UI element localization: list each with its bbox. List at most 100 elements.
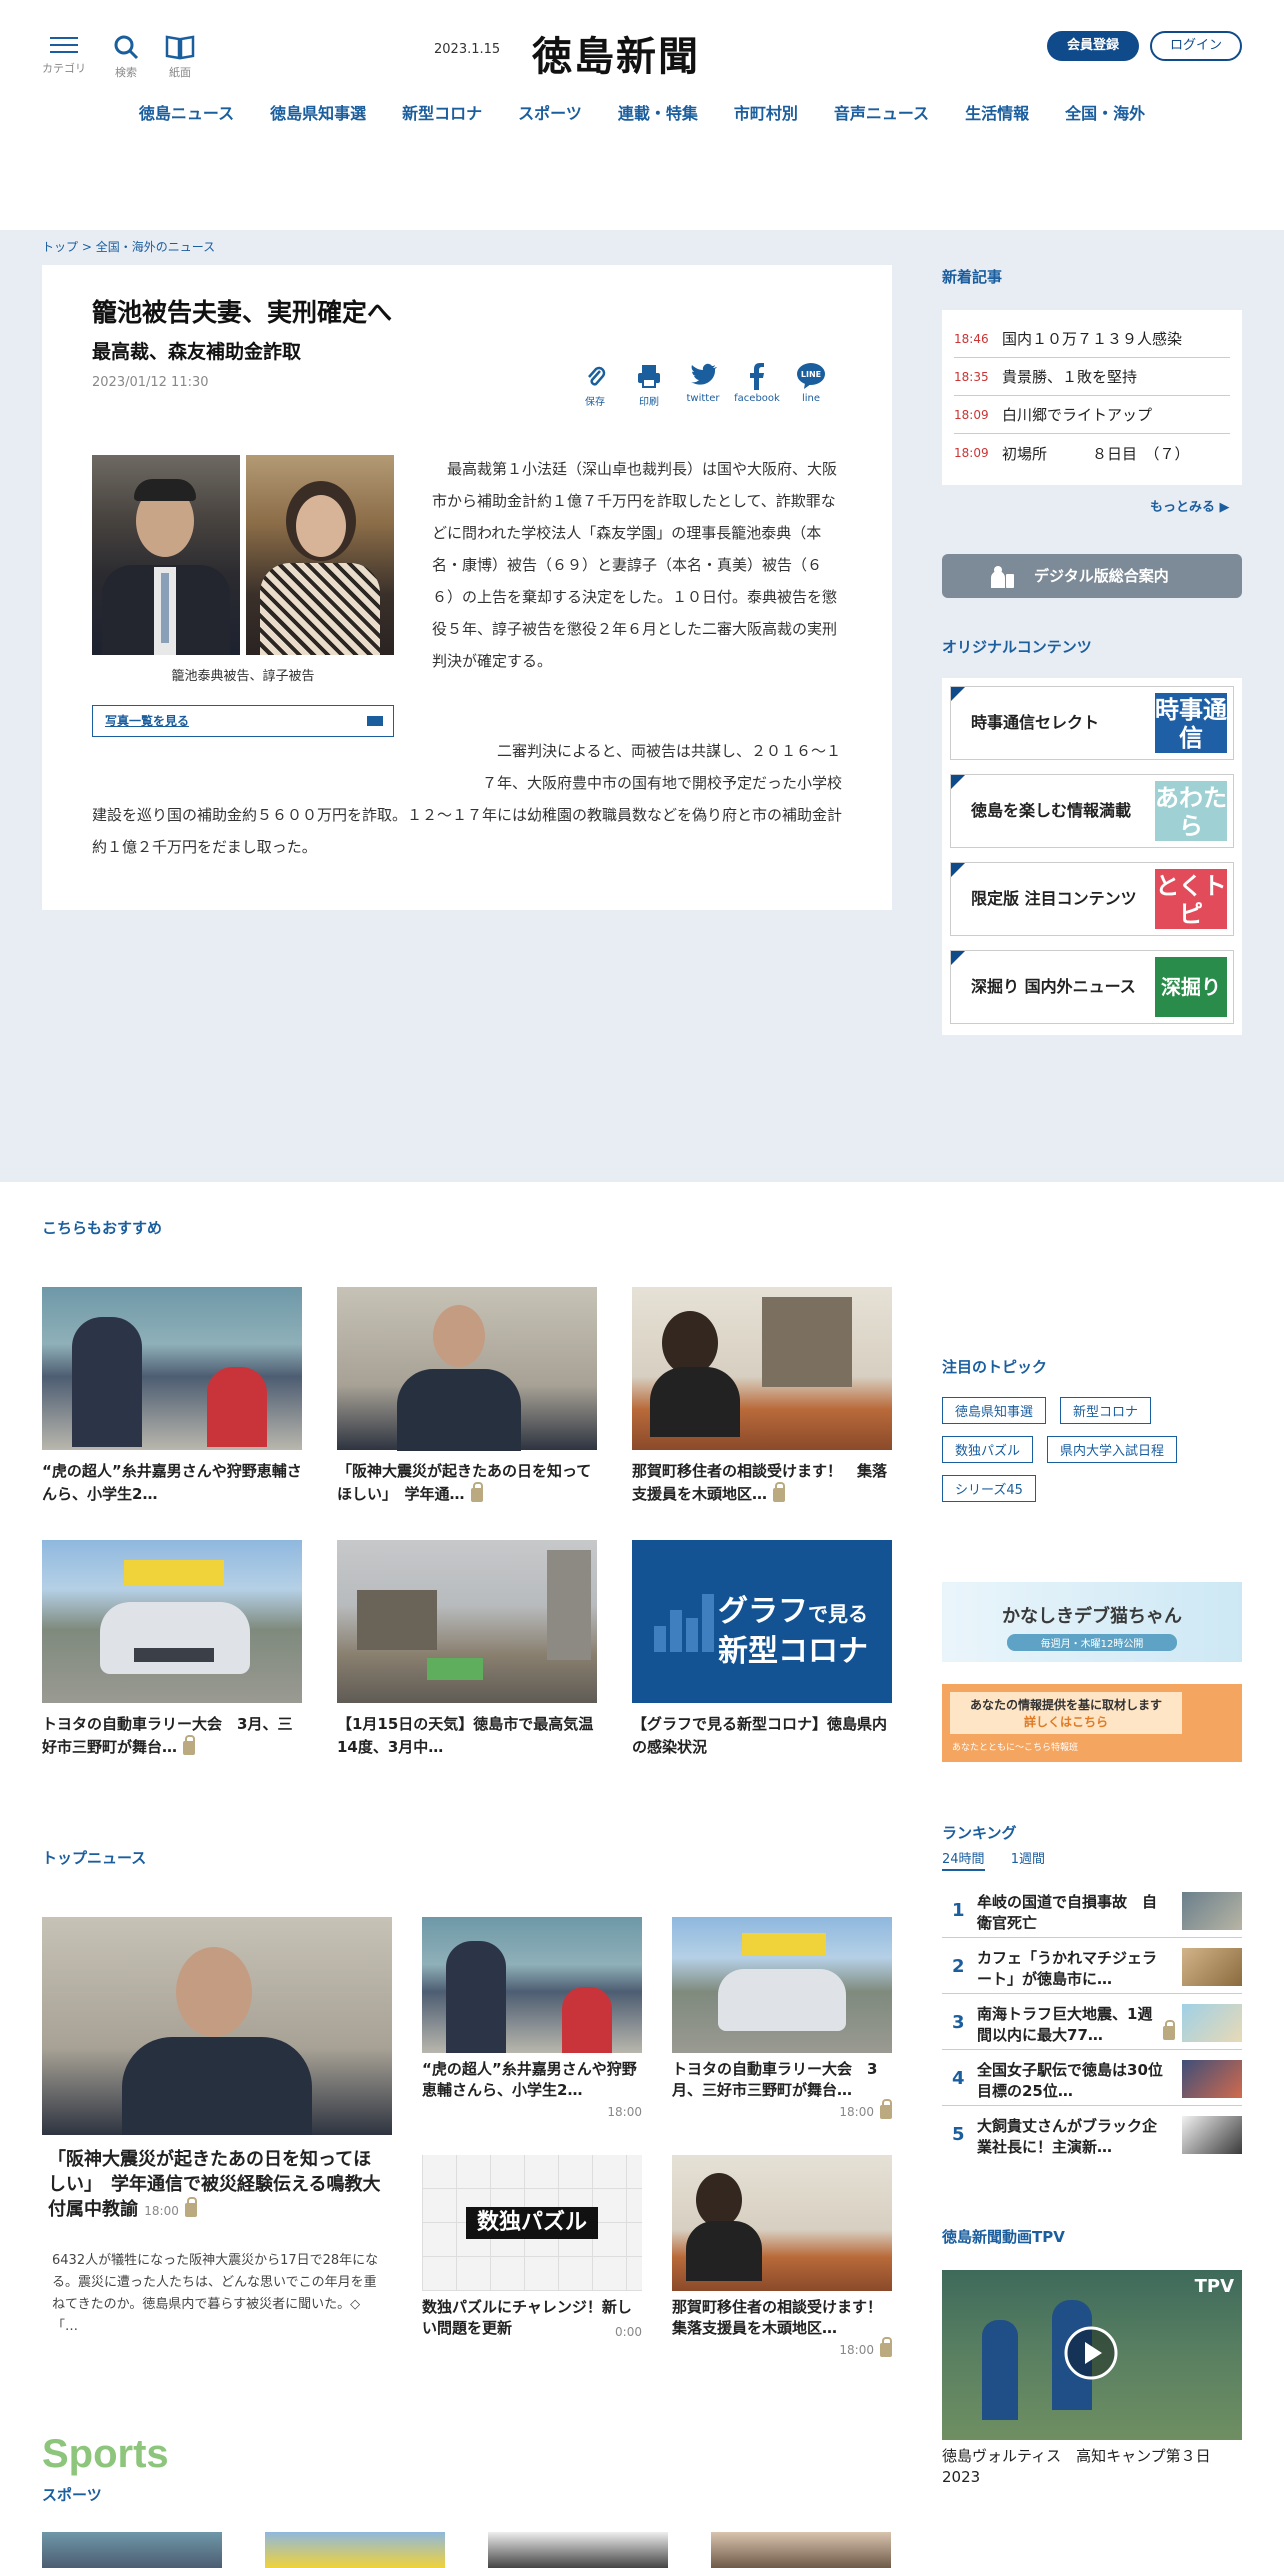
photo-yasunori[interactable]: [92, 455, 240, 655]
header-date: 2023.1.15: [434, 42, 501, 57]
save-button[interactable]: 保存: [570, 361, 620, 408]
digital-guide-button[interactable]: デジタル版総合案内: [942, 554, 1242, 598]
new-article-item[interactable]: 18:46 国内１０万７１３９人感染: [954, 320, 1230, 358]
search-icon: [114, 35, 139, 60]
top-news-item[interactable]: 那賀町移住者の相談受けます！ 集落支援員を木頭地区… 18:00: [672, 2155, 898, 2358]
nav-item[interactable]: 音声ニュース: [816, 100, 947, 124]
tpv-video[interactable]: TPV: [942, 2270, 1242, 2440]
menu-label: カテゴリ: [42, 62, 86, 75]
top-news-item-text: 那賀町移住者の相談受けます！ 集落支援員を木頭地区…: [672, 2298, 898, 2337]
recommend-card[interactable]: 那賀町移住者の相談受けます！ 集落支援員を木頭地区…: [632, 1287, 892, 1506]
nav-item[interactable]: スポーツ: [500, 100, 600, 124]
lock-icon: [1163, 2020, 1175, 2040]
topic-tag[interactable]: シリーズ45: [942, 1475, 1036, 1502]
nav-item[interactable]: 連載・特集: [600, 100, 716, 124]
photo-list-link[interactable]: 写真一覧を見る: [92, 705, 394, 737]
ranking-item[interactable]: 4 全国女子駅伝で徳島は30位 目標の25位…: [942, 2054, 1242, 2106]
photo-junko[interactable]: [246, 455, 394, 655]
line-button[interactable]: LINE line: [786, 361, 836, 404]
top-news-item[interactable]: 数独パズル 数独パズルにチャレンジ！新しい問題を更新 0:00: [422, 2155, 642, 2340]
weather-photo: [337, 1540, 597, 1703]
user-device-icon: [991, 566, 1014, 588]
nav-item[interactable]: 全国・海外: [1047, 100, 1163, 124]
new-articles-list: 18:46 国内１０万７１３９人感染 18:35 貴景勝、１敗を堅持 18:09 白川…: [942, 310, 1242, 485]
recommend-caption: 【1月15日の天気】徳島市で最高気温14度、3月中…: [337, 1715, 594, 1756]
sports-thumb[interactable]: [265, 2532, 445, 2568]
original-awatara[interactable]: 徳島を楽しむ情報満載 あわたら: [950, 774, 1234, 848]
original-jiji[interactable]: 時事通信セレクト 時事通信: [950, 686, 1234, 760]
article: 籠池被告夫妻、実刑確定へ 最高裁、森友補助金詐取 2023/01/12 11:3…: [42, 265, 892, 910]
original-contents-title: オリジナルコンテンツ: [942, 638, 1092, 656]
article-subtitle: 最高裁、森友補助金詐取: [92, 341, 302, 363]
nav-item[interactable]: 市町村別: [716, 100, 816, 124]
member-register-button[interactable]: 会員登録: [1047, 31, 1139, 61]
sports-thumb[interactable]: [488, 2532, 668, 2568]
topic-tag[interactable]: 数独パズル: [942, 1436, 1034, 1463]
recommend-card[interactable]: グラフで見る 新型コロナ 【グラフで見る新型コロナ】徳島県内の感染状況: [632, 1540, 892, 1759]
topics-title: 注目のトピック: [942, 1358, 1048, 1376]
gallery-icon: [367, 716, 383, 726]
breadcrumb-current[interactable]: 全国・海外のニュース: [96, 240, 215, 254]
more-link[interactable]: もっとみる ▶: [1150, 496, 1230, 515]
sports-thumb[interactable]: [711, 2532, 891, 2568]
new-article-item[interactable]: 18:09 白川郷でライトアップ: [954, 396, 1230, 434]
play-icon[interactable]: [1064, 2326, 1118, 2380]
ranking-tab-24h[interactable]: 24時間: [942, 1852, 985, 1871]
nav-item[interactable]: 徳島ニュース: [121, 100, 252, 124]
recommend-card[interactable]: トヨタの自動車ラリー大会 3月、三好市三野町が舞台…: [42, 1540, 302, 1759]
info-request-banner[interactable]: あなたの情報提供を基に取材します 詳しくはこちら あなたとともに～こちら特報班: [942, 1684, 1242, 1762]
cat-comic-banner[interactable]: かなしきデブ猫ちゃん 毎週月・木曜12時公開: [942, 1582, 1242, 1662]
original-fukabori[interactable]: 深掘り 国内外ニュース 深掘り: [950, 950, 1234, 1024]
topic-tag[interactable]: 県内大学入試日程: [1047, 1436, 1178, 1463]
recommend-caption: “虎の超人”糸井嘉男さんや狩野恵輔さんら、小学生2…: [42, 1462, 302, 1503]
article-date: 2023/01/12 11:30: [92, 375, 209, 390]
top-news-main[interactable]: 「阪神大震災が起きたあの日を知ってほしい」 学年通信で被災経験伝える鳴教大付属中…: [42, 1917, 392, 2338]
menu-icon: [50, 37, 78, 53]
login-button[interactable]: ログイン: [1150, 31, 1242, 61]
breadcrumb-home[interactable]: トップ: [42, 240, 78, 254]
menu-button[interactable]: カテゴリ: [42, 34, 86, 76]
topic-tag[interactable]: 新型コロナ: [1060, 1397, 1152, 1424]
original-contents: 時事通信セレクト 時事通信 徳島を楽しむ情報満載 あわたら 限定版 注目コンテンツと…: [942, 678, 1242, 1035]
paper-button[interactable]: 紙面: [158, 34, 202, 80]
ranking-item[interactable]: 1 牟岐の国道で自損事故 自衛官死亡: [942, 1886, 1242, 1938]
recommend-card[interactable]: “虎の超人”糸井嘉男さんや狩野恵輔さんら、小学生2…: [42, 1287, 302, 1506]
line-label: line: [801, 393, 821, 404]
print-label: 印刷: [639, 397, 659, 408]
new-article-item[interactable]: 18:35 貴景勝、１敗を堅持: [954, 358, 1230, 396]
rally-photo: [42, 1540, 302, 1703]
graph-banner-line1: グラフで見る: [718, 1594, 868, 1629]
ranking-item[interactable]: 2 カフェ「うかれマチジェラート」が徳島市に…: [942, 1942, 1242, 1994]
cat-banner-title: かなしきデブ猫ちゃん: [1002, 1606, 1182, 1627]
ranking-title: ランキング: [942, 1824, 1017, 1842]
top-news-item[interactable]: トヨタの自動車ラリー大会 3月、三好市三野町が舞台… 18:00: [672, 1917, 892, 2120]
lock-icon: [880, 2336, 892, 2357]
lock-icon: [880, 2098, 892, 2119]
print-button[interactable]: 印刷: [624, 361, 674, 408]
twitter-icon: [691, 363, 717, 385]
baseball-photo: [42, 1287, 302, 1450]
nav-item[interactable]: 新型コロナ: [384, 100, 500, 124]
ranking-item[interactable]: 5 大飼貴丈さんがブラック企業社長に！主演新…: [942, 2110, 1242, 2162]
lock-icon: [470, 1481, 483, 1502]
search-button[interactable]: 検索: [104, 34, 148, 80]
recommend-card[interactable]: 「阪神大震災が起きたあの日を知ってほしい」 学年通…: [337, 1287, 597, 1506]
site-logo[interactable]: 徳島新聞: [532, 24, 700, 82]
facebook-button[interactable]: facebook: [732, 361, 782, 404]
nav-item[interactable]: 徳島県知事選: [252, 100, 384, 124]
topic-tag[interactable]: 徳島県知事選: [942, 1397, 1047, 1424]
header: カテゴリ 検索 紙面 2023.1.15 徳島新聞 会員登録 ログイン 徳島ニュ…: [0, 0, 1284, 230]
cat-banner-sub: 毎週月・木曜12時公開: [1007, 1634, 1177, 1651]
new-articles-title: 新着記事: [942, 268, 1003, 286]
top-news-item[interactable]: “虎の超人”糸井嘉男さんや狩野恵輔さんら、小学生2… 18:00: [422, 1917, 642, 2120]
original-tokutopi[interactable]: 限定版 注目コンテンツ とくトピ: [950, 862, 1234, 936]
photo-list-label: 写真一覧を見る: [105, 714, 190, 728]
sports-thumb[interactable]: [42, 2532, 222, 2568]
new-article-item[interactable]: 18:09 初場所 ８日目 （７）: [954, 434, 1230, 472]
nav-item[interactable]: 生活情報: [947, 100, 1047, 124]
twitter-button[interactable]: twitter: [678, 361, 728, 404]
recommend-card[interactable]: 【1月15日の天気】徳島市で最高気温14度、3月中…: [337, 1540, 597, 1759]
tpv-caption[interactable]: 徳島ヴォルティス 高知キャンプ第３日 2023: [942, 2446, 1242, 2488]
ranking-tab-week[interactable]: 1週間: [1011, 1852, 1045, 1867]
ranking-item[interactable]: 3 南海トラフ巨大地震、1週間以内に最大77…: [942, 1998, 1242, 2050]
